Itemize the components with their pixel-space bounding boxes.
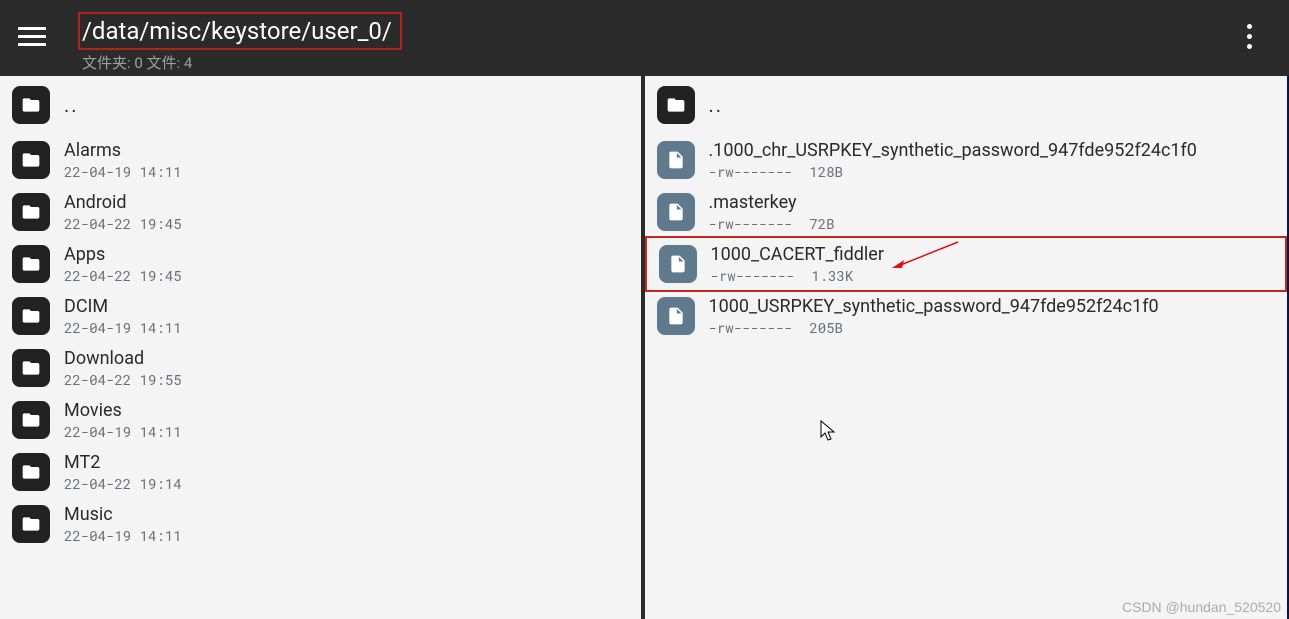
item-name: Music — [64, 504, 182, 527]
list-item[interactable]: MT222-04-22 19:14 — [0, 446, 641, 498]
item-name: Apps — [64, 244, 182, 267]
item-meta: 22-04-19 14:11 — [64, 423, 182, 441]
list-item[interactable]: 1000_USRPKEY_synthetic_password_947fde95… — [645, 290, 1288, 342]
folder-icon — [12, 245, 50, 283]
item-name: Alarms — [64, 140, 182, 163]
folder-icon — [12, 401, 50, 439]
item-name: .. — [709, 93, 724, 118]
file-icon — [657, 297, 695, 335]
item-name: Movies — [64, 400, 182, 423]
item-name: .masterkey — [709, 192, 835, 215]
item-meta: -rw------- 1.33K — [711, 267, 884, 285]
item-name: Android — [64, 192, 182, 215]
item-meta: 22-04-22 19:45 — [64, 267, 182, 285]
list-item[interactable]: Android22-04-22 19:45 — [0, 186, 641, 238]
titlebar: /data/misc/keystore/user_0/ 文件夹: 0 文件: 4 — [0, 0, 1289, 76]
path-display[interactable]: /data/misc/keystore/user_0/ — [78, 12, 402, 50]
folder-icon — [12, 141, 50, 179]
overflow-menu[interactable] — [1237, 16, 1261, 56]
item-name: 1000_USRPKEY_synthetic_password_947fde95… — [709, 296, 1159, 319]
item-meta: 22-04-19 14:11 — [64, 527, 182, 545]
right-pane[interactable]: .. .1000_chr_USRPKEY_synthetic_password_… — [645, 76, 1289, 619]
file-icon — [657, 141, 695, 179]
list-item[interactable]: .1000_chr_USRPKEY_synthetic_password_947… — [645, 134, 1288, 186]
list-item[interactable]: Download22-04-22 19:55 — [0, 342, 641, 394]
hamburger-menu[interactable] — [18, 18, 54, 54]
item-name: .. — [64, 93, 79, 118]
item-name: MT2 — [64, 452, 182, 475]
item-name: DCIM — [64, 296, 182, 319]
item-meta: 22-04-19 14:11 — [64, 319, 182, 337]
folder-icon — [12, 505, 50, 543]
list-item[interactable]: Apps22-04-22 19:45 — [0, 238, 641, 290]
list-item[interactable]: Music22-04-19 14:11 — [0, 498, 641, 550]
list-item[interactable]: .masterkey-rw------- 72B — [645, 186, 1288, 238]
item-meta: -rw------- 72B — [709, 215, 835, 233]
item-meta: -rw------- 205B — [709, 319, 1159, 337]
item-name: .1000_chr_USRPKEY_synthetic_password_947… — [709, 140, 1197, 163]
folder-icon — [12, 349, 50, 387]
list-item[interactable]: DCIM22-04-19 14:11 — [0, 290, 641, 342]
folder-icon — [12, 453, 50, 491]
item-meta: 22-04-19 14:11 — [64, 163, 182, 181]
list-item[interactable]: Movies22-04-19 14:11 — [0, 394, 641, 446]
left-pane[interactable]: .. Alarms22-04-19 14:11Android22-04-22 1… — [0, 76, 645, 619]
item-meta: -rw------- 128B — [709, 163, 1197, 181]
item-name: Download — [64, 348, 182, 371]
folder-icon — [12, 193, 50, 231]
file-icon — [657, 193, 695, 231]
up-directory[interactable]: .. — [0, 76, 641, 134]
folder-icon — [12, 86, 50, 124]
item-meta: 22-04-22 19:45 — [64, 215, 182, 233]
item-meta: 22-04-22 19:55 — [64, 371, 182, 389]
folder-icon — [12, 297, 50, 335]
item-meta: 22-04-22 19:14 — [64, 475, 182, 493]
path-subtitle: 文件夹: 0 文件: 4 — [78, 52, 402, 73]
up-directory[interactable]: .. — [645, 76, 1288, 134]
list-item[interactable]: 1000_CACERT_fiddler-rw------- 1.33K — [645, 236, 1288, 292]
folder-icon — [657, 86, 695, 124]
list-item[interactable]: Alarms22-04-19 14:11 — [0, 134, 641, 186]
item-name: 1000_CACERT_fiddler — [711, 244, 884, 267]
file-icon — [659, 245, 697, 283]
